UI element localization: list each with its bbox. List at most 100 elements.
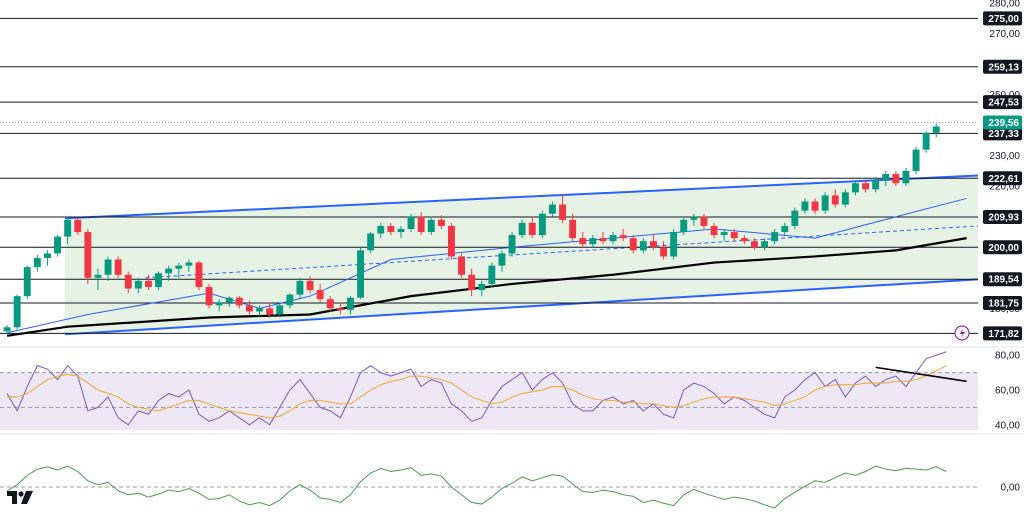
candle-body bbox=[791, 210, 799, 226]
level-tag-label: 200,00 bbox=[988, 243, 1019, 254]
candle-body bbox=[579, 238, 587, 245]
candle-body bbox=[902, 170, 910, 184]
candle-body bbox=[912, 149, 920, 171]
candle[interactable] bbox=[84, 228, 92, 284]
candle-body bbox=[64, 219, 72, 237]
candle-body bbox=[175, 265, 183, 269]
candle[interactable] bbox=[33, 254, 41, 272]
candle-body bbox=[458, 256, 465, 275]
candle[interactable] bbox=[54, 235, 61, 257]
candle-body bbox=[145, 280, 152, 287]
chart-canvas[interactable]: 280,00270,00250,00230,00220,00180,00275,… bbox=[0, 0, 1024, 520]
price-panel[interactable] bbox=[0, 17, 979, 337]
candle-body bbox=[286, 294, 294, 306]
rsi-tick-label: 80,00 bbox=[995, 351, 1020, 362]
candle-body bbox=[246, 305, 253, 312]
candle-body bbox=[619, 235, 627, 239]
rsi-tick-label: 60,00 bbox=[995, 386, 1020, 397]
candle-body bbox=[488, 265, 496, 284]
candle[interactable] bbox=[357, 247, 364, 300]
candle[interactable] bbox=[205, 283, 213, 309]
price-tick-label: 280,00 bbox=[989, 0, 1020, 10]
level-tag[interactable]: 171,82 bbox=[983, 326, 1022, 341]
lightning-icon[interactable] bbox=[954, 325, 970, 341]
candle-body bbox=[256, 308, 263, 312]
candle-body bbox=[569, 219, 577, 239]
price-tick-label: 230,00 bbox=[989, 151, 1020, 162]
rsi-panel[interactable] bbox=[0, 351, 978, 430]
tradingview-logo-icon[interactable] bbox=[6, 488, 36, 506]
momentum-panel[interactable] bbox=[0, 465, 978, 509]
candle-body bbox=[852, 183, 859, 193]
candle-body bbox=[437, 219, 445, 226]
level-tag[interactable]: 189,54 bbox=[983, 272, 1022, 287]
candle-body bbox=[751, 241, 758, 248]
candle-body bbox=[872, 180, 880, 190]
candle-body bbox=[377, 225, 385, 234]
level-tag[interactable]: 222,61 bbox=[983, 171, 1022, 186]
candle-body bbox=[13, 296, 21, 328]
candle[interactable] bbox=[448, 222, 455, 260]
candle-body bbox=[932, 126, 940, 133]
candle[interactable] bbox=[23, 265, 31, 300]
candle-body bbox=[730, 232, 738, 239]
candle[interactable] bbox=[912, 146, 920, 175]
candle-body bbox=[538, 213, 546, 236]
level-tag-label: 171,82 bbox=[988, 329, 1019, 340]
candle[interactable] bbox=[13, 294, 21, 330]
candle[interactable] bbox=[195, 261, 203, 291]
last-price-tag[interactable]: 239,56 bbox=[983, 115, 1022, 130]
candle-body bbox=[821, 195, 829, 211]
candle[interactable] bbox=[821, 192, 829, 214]
candle-body bbox=[165, 268, 173, 274]
level-tag[interactable]: 259,13 bbox=[983, 59, 1022, 74]
candle-body bbox=[33, 257, 41, 268]
level-tag-label: 181,75 bbox=[988, 299, 1019, 310]
candle-body bbox=[347, 297, 354, 310]
candle-body bbox=[528, 222, 536, 236]
candle-body bbox=[235, 297, 243, 306]
candle[interactable] bbox=[114, 256, 122, 278]
candle-body bbox=[23, 267, 31, 297]
candle-body bbox=[639, 241, 647, 251]
candle-body bbox=[549, 204, 556, 214]
candle-body bbox=[468, 274, 476, 291]
candle-body bbox=[134, 280, 142, 289]
candle-body bbox=[670, 232, 678, 257]
candle-body bbox=[518, 222, 526, 236]
candle-body bbox=[680, 219, 688, 233]
candle-body bbox=[74, 219, 82, 233]
candle-body bbox=[629, 238, 637, 251]
candle[interactable] bbox=[922, 131, 930, 153]
level-tag[interactable]: 247,53 bbox=[983, 95, 1022, 110]
level-tag[interactable]: 209,93 bbox=[983, 209, 1022, 224]
candle[interactable] bbox=[791, 207, 799, 229]
candle-body bbox=[417, 216, 425, 233]
candle-body bbox=[831, 195, 839, 205]
candle[interactable] bbox=[508, 232, 516, 257]
candle-body bbox=[397, 228, 405, 233]
candle[interactable] bbox=[367, 232, 375, 254]
level-tag-label: 275,00 bbox=[988, 14, 1019, 25]
candle[interactable] bbox=[458, 253, 465, 278]
price-tick-label: 270,00 bbox=[989, 29, 1020, 40]
level-tag-label: 222,61 bbox=[988, 174, 1019, 185]
level-tag[interactable]: 275,00 bbox=[983, 11, 1022, 26]
candle-body bbox=[205, 286, 213, 306]
candle[interactable] bbox=[538, 210, 546, 239]
level-tag[interactable]: 200,00 bbox=[983, 240, 1022, 255]
last-price-label: 239,56 bbox=[988, 118, 1019, 129]
level-tag-label: 209,93 bbox=[988, 212, 1019, 223]
level-tag[interactable]: 181,75 bbox=[983, 296, 1022, 311]
candle-body bbox=[882, 174, 890, 181]
candle-body bbox=[771, 232, 779, 242]
candle[interactable] bbox=[44, 250, 51, 266]
candle-body bbox=[589, 238, 597, 245]
candle-body bbox=[225, 297, 233, 303]
candle[interactable] bbox=[670, 228, 678, 260]
candle-body bbox=[599, 238, 607, 242]
candle[interactable] bbox=[932, 123, 940, 138]
candle-body bbox=[266, 308, 274, 315]
candle-body bbox=[801, 201, 809, 211]
candle[interactable] bbox=[488, 262, 496, 287]
